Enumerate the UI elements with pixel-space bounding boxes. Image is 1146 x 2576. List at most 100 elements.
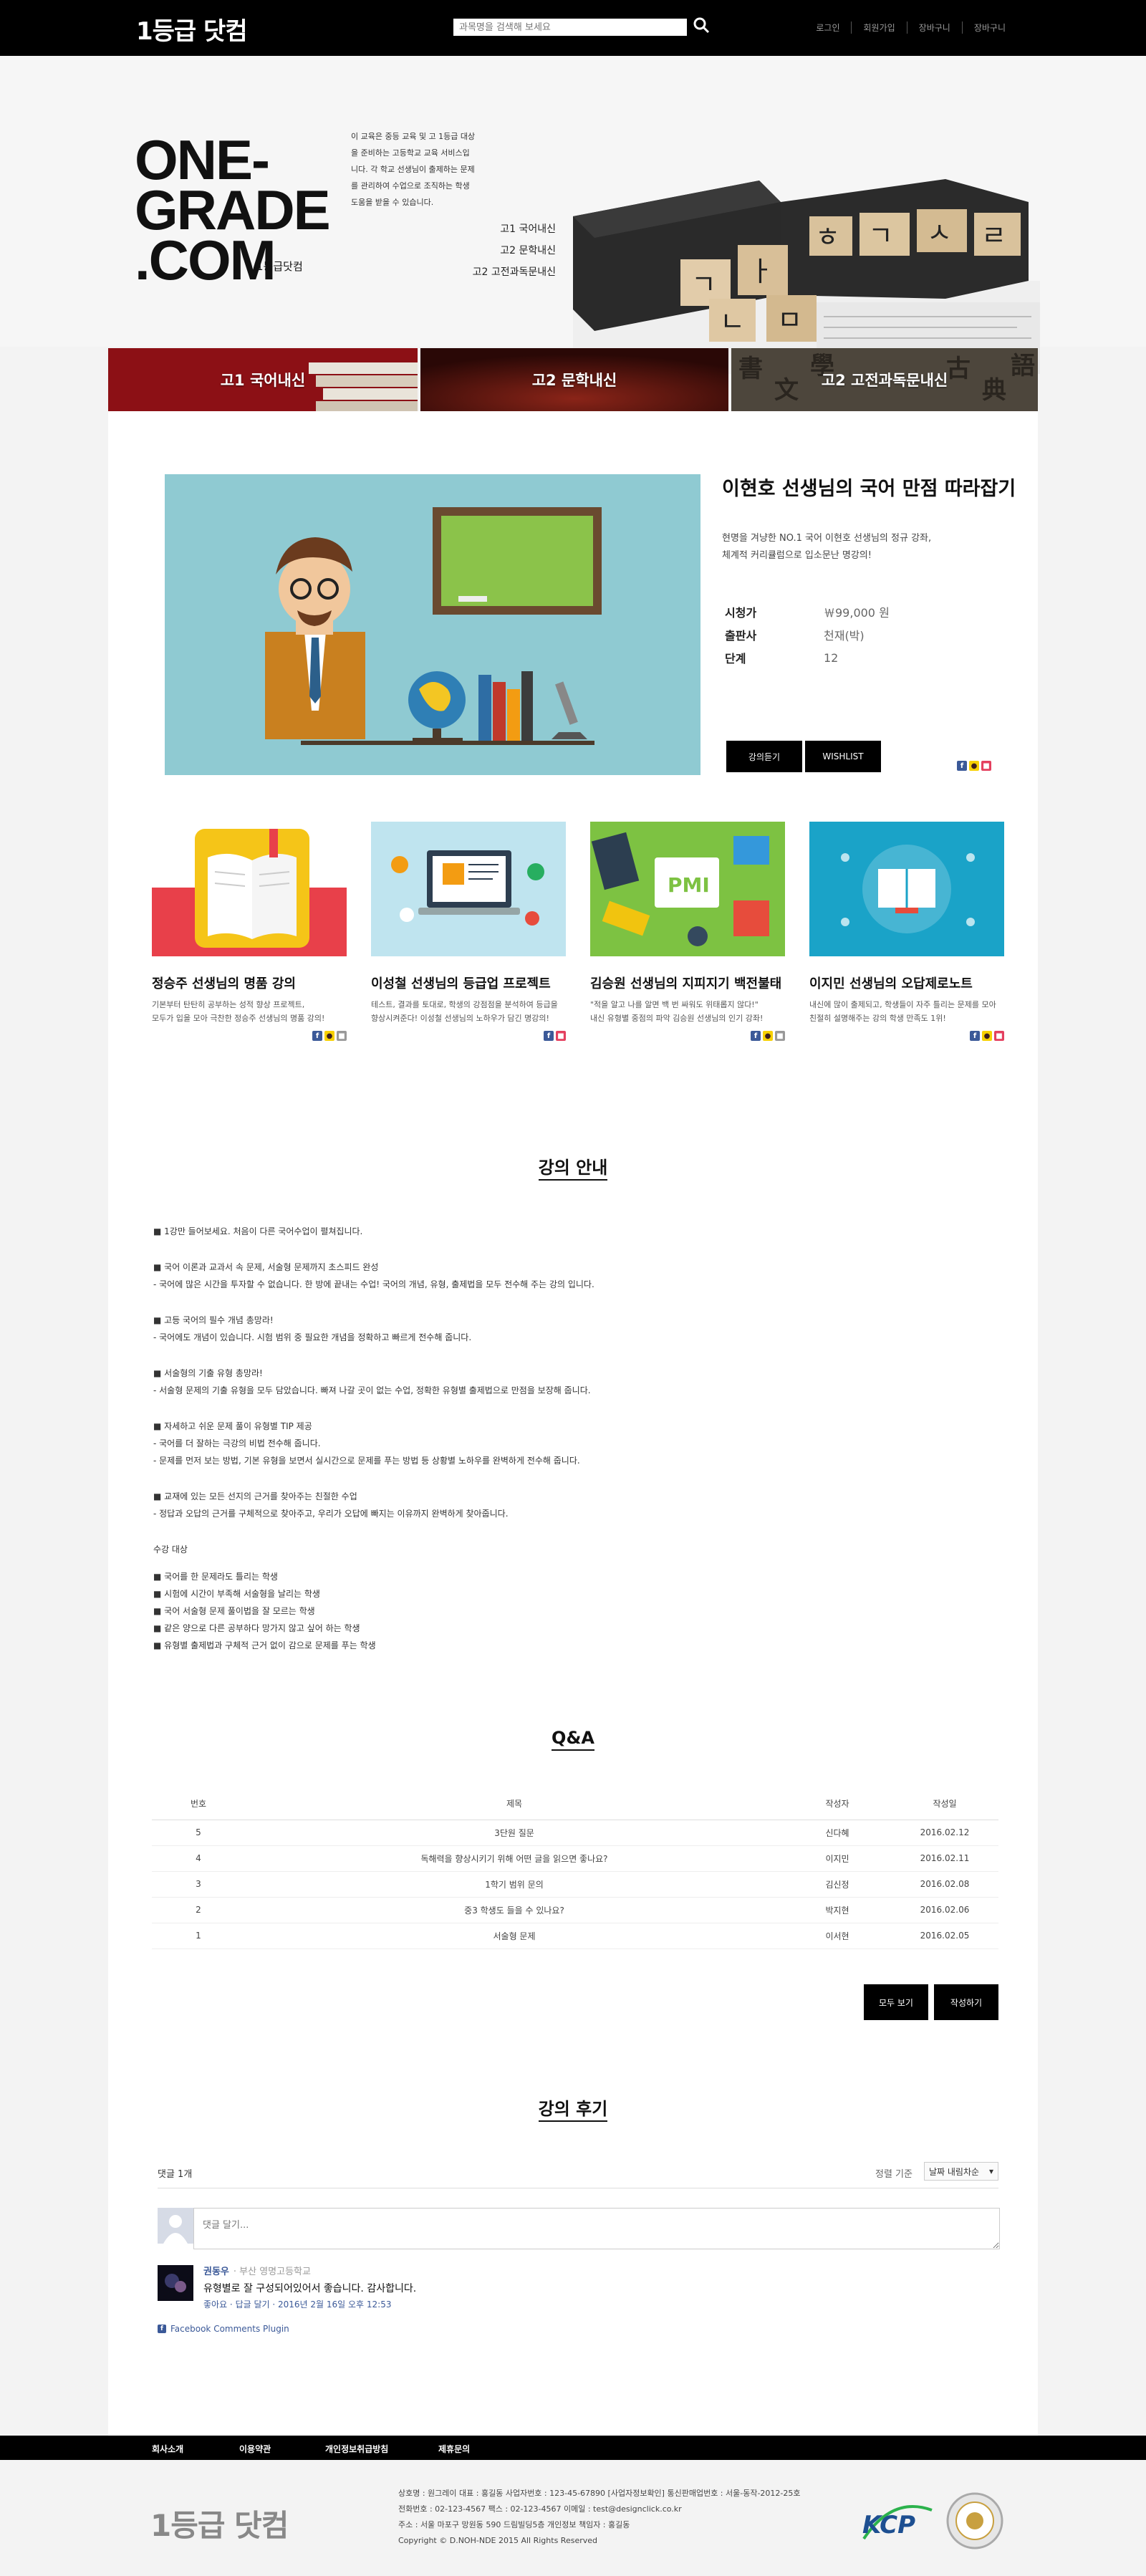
footer-logo: 1등급 닷컴 bbox=[150, 2508, 289, 2543]
table-row[interactable]: 2 중3 학생도 들을 수 있나요? 박지현 2016.02.06 bbox=[152, 1897, 998, 1923]
chevron-down-icon: ▾ bbox=[988, 2166, 993, 2176]
facebook-share-icon[interactable]: f bbox=[544, 1031, 554, 1041]
cart-link[interactable]: 장바구니 bbox=[907, 21, 963, 34]
search-icon[interactable] bbox=[692, 16, 712, 36]
kcp-logo-icon: KCP bbox=[862, 2505, 933, 2540]
svg-text:文: 文 bbox=[774, 376, 799, 405]
section-title-qna: Q&A bbox=[0, 1728, 1146, 1751]
footer-link-terms[interactable]: 이용약관 bbox=[239, 2443, 271, 2455]
book-icons-illustration bbox=[809, 822, 1004, 956]
card-share-icons: f ■ bbox=[371, 1031, 566, 1041]
teacher-illustration bbox=[165, 474, 700, 775]
svg-text:ㄱ: ㄱ bbox=[868, 220, 893, 251]
qna-table: 번호 제목 작성자 작성일 5 3단원 질문 신다혜 2016.02.12 4 독해력을… bbox=[152, 1788, 998, 1949]
commenter-name[interactable]: 권동우 · 부산 영명고등학교 bbox=[203, 2264, 311, 2277]
company-info: 상호명 : 원그레이 대표 : 홍길동 사업자번호 : 123-45-67890… bbox=[398, 2489, 801, 2545]
category-tile-3[interactable]: 書文學 古典語 고2 고전과독문내신 bbox=[731, 348, 1038, 411]
table-row[interactable]: 1 서술형 문제 이서현 2016.02.05 bbox=[152, 1923, 998, 1949]
category-tiles: 고1 국어내신 고2 문학내신 書文學 古典語 고2 고전과독문내신 bbox=[108, 348, 1038, 411]
wishlist-button[interactable]: WISHLIST bbox=[805, 741, 881, 772]
svg-text:ㅅ: ㅅ bbox=[927, 217, 952, 249]
section-title-info: 강의 안내 bbox=[0, 1153, 1146, 1181]
hero-course-list: 고1 국어내신 고2 문학내신 고2 고전과독문내신 bbox=[472, 224, 556, 278]
story-share-icon[interactable]: ■ bbox=[981, 761, 991, 771]
comment-input[interactable] bbox=[193, 2208, 1000, 2249]
default-avatar bbox=[158, 2208, 193, 2244]
certification-seal-icon bbox=[946, 2492, 1003, 2549]
commenter-avatar[interactable] bbox=[158, 2265, 193, 2301]
facebook-share-icon[interactable]: f bbox=[957, 761, 967, 771]
hero-subtitle: 1등급닷컴 bbox=[256, 260, 303, 273]
facebook-share-icon[interactable]: f bbox=[312, 1031, 322, 1041]
cart-link-2[interactable]: 장바구니 bbox=[963, 21, 1017, 34]
table-row[interactable]: 4 독해력을 향상시키기 위해 어떤 글을 읽으면 좋나요? 이지민 2016.02.… bbox=[152, 1845, 998, 1872]
footer: 1등급 닷컴 상호명 : 원그레이 대표 : 홍길동 사업자번호 : 123-4… bbox=[0, 2460, 1146, 2576]
course-card-4[interactable]: 이지민 선생님의 오답제로노트 내신에 많이 출제되고, 학생들이 자주 틀리는… bbox=[809, 822, 1004, 1041]
search-input[interactable] bbox=[453, 19, 687, 36]
facebook-share-icon[interactable]: f bbox=[970, 1031, 980, 1041]
footer-link-partner[interactable]: 제휴문의 bbox=[438, 2443, 470, 2455]
svg-text:古: 古 bbox=[946, 355, 971, 383]
course-card-3[interactable]: PMI 김승원 선생님의 지피지기 백전불태 "적을 알고 나를 알면 백 번 … bbox=[590, 822, 785, 1041]
story-share-icon[interactable]: ■ bbox=[775, 1031, 785, 1041]
footer-nav: 회사소개 이용약관 개인정보취급방침 제휴문의 bbox=[0, 2436, 1146, 2460]
svg-text:PMI: PMI bbox=[668, 873, 710, 897]
course-card-2[interactable]: 이성철 선생님의 등급업 프로젝트 테스트, 결과를 토대로, 학생의 강점점을… bbox=[371, 822, 566, 1041]
top-links: 로그인 회원가입 장바구니 장바구니 bbox=[804, 21, 1017, 34]
enroll-button[interactable]: 강의듣기 bbox=[726, 741, 802, 772]
svg-text:典: 典 bbox=[982, 376, 1006, 405]
table-row[interactable]: 3 1학기 범위 문의 김신정 2016.02.08 bbox=[152, 1871, 998, 1898]
info-row-publisher: 출판사 천재(박) bbox=[725, 629, 865, 643]
login-link[interactable]: 로그인 bbox=[804, 21, 852, 34]
qna-header-row: 번호 제목 작성자 작성일 bbox=[152, 1788, 998, 1820]
svg-text:ㄱ: ㄱ bbox=[691, 269, 716, 300]
hero-banner: ONE- GRADE .COM 1등급닷컴 이 교육은 중등 교육 및 고 1등… bbox=[0, 56, 1146, 374]
kakao-share-icon[interactable]: ● bbox=[969, 761, 979, 771]
facebook-icon: f bbox=[158, 2325, 166, 2333]
svg-text:KCP: KCP bbox=[862, 2511, 915, 2539]
write-button[interactable]: 작성하기 bbox=[934, 1984, 998, 2020]
featured-course-title[interactable]: 이현호 선생님의 국어 만점 따라잡기 bbox=[722, 473, 1016, 501]
card-share-icons: f ● ■ bbox=[590, 1031, 785, 1041]
signup-link[interactable]: 회원가입 bbox=[852, 21, 907, 34]
hero-description: 이 교육은 중등 교육 및 고 1등급 대상을 준비하는 고등학교 교육 서비스… bbox=[351, 132, 476, 207]
featured-share-icons: f ● ■ bbox=[957, 761, 991, 771]
category-tile-2[interactable]: 고2 문학내신 bbox=[420, 348, 728, 411]
footer-link-about[interactable]: 회사소개 bbox=[152, 2443, 183, 2455]
laptop-illustration bbox=[371, 822, 566, 956]
featured-course-info: 시청가 ￦99,000 원 출판사 천재(박) 단계 12 bbox=[725, 600, 890, 669]
comment-text: 유형별로 잘 구성되어있어서 좋습니다. 감사합니다. bbox=[203, 2283, 417, 2294]
svg-text:ㅁ: ㅁ bbox=[777, 304, 802, 336]
info-row-price: 시청가 ￦99,000 원 bbox=[725, 606, 890, 620]
kakao-share-icon[interactable]: ● bbox=[763, 1031, 773, 1041]
open-book-image bbox=[152, 822, 347, 956]
kakao-share-icon[interactable]: ● bbox=[324, 1031, 334, 1041]
sort-label: 정렬 기준 bbox=[875, 2169, 913, 2180]
course-card-1[interactable]: 정승주 선생님의 명품 강의 기본부터 탄탄히 공부하는 성적 향상 프로젝트,… bbox=[152, 822, 347, 1041]
featured-course-desc: 현명을 겨냥한 NO.1 국어 이현호 선생님의 정규 강좌, 체계적 커리큘럼… bbox=[722, 533, 932, 561]
category-tile-1[interactable]: 고1 국어내신 bbox=[108, 348, 418, 411]
story-share-icon[interactable]: ■ bbox=[556, 1031, 566, 1041]
course-info-text: ■ 1강만 들어보세요. 처음이 다른 국어수업이 펼쳐집니다. ■ 국어 이론… bbox=[153, 1226, 594, 1650]
card-share-icons: f ● ■ bbox=[152, 1031, 347, 1041]
facebook-share-icon[interactable]: f bbox=[751, 1031, 761, 1041]
story-share-icon[interactable]: ■ bbox=[337, 1031, 347, 1041]
comment-actions[interactable]: 좋아요 · 답글 달기 · 2016년 2월 16일 오후 12:53 bbox=[203, 2298, 391, 2310]
table-row[interactable]: 5 3단원 질문 신다혜 2016.02.12 bbox=[152, 1820, 998, 1846]
svg-text:ㄹ: ㄹ bbox=[981, 220, 1006, 251]
story-share-icon[interactable]: ■ bbox=[994, 1031, 1004, 1041]
footer-link-privacy[interactable]: 개인정보취급방침 bbox=[325, 2443, 388, 2455]
view-all-button[interactable]: 모두 보기 bbox=[864, 1984, 928, 2020]
kakao-share-icon[interactable]: ● bbox=[982, 1031, 992, 1041]
hero-letter-blocks-image: ㅎㄱ ㅅㄹ ㄱㅏ ㄴㅁ bbox=[573, 179, 1040, 374]
sort-select[interactable]: 날짜 내림차순 ▾ bbox=[924, 2162, 998, 2181]
top-header: 1등급 닷컴 로그인 회원가입 장바구니 장바구니 bbox=[0, 0, 1146, 56]
svg-text:ㄴ: ㄴ bbox=[720, 306, 745, 337]
svg-text:書: 書 bbox=[738, 355, 763, 383]
comment-count: 댓글 1개 bbox=[158, 2169, 193, 2180]
svg-text:語: 語 bbox=[1011, 352, 1035, 380]
section-title-review: 강의 후기 bbox=[0, 2095, 1146, 2122]
info-row-level: 단계 12 bbox=[725, 650, 839, 666]
facebook-comments-plugin[interactable]: f Facebook Comments Plugin bbox=[158, 2324, 289, 2334]
site-logo[interactable]: 1등급 닷컴 bbox=[136, 11, 248, 47]
